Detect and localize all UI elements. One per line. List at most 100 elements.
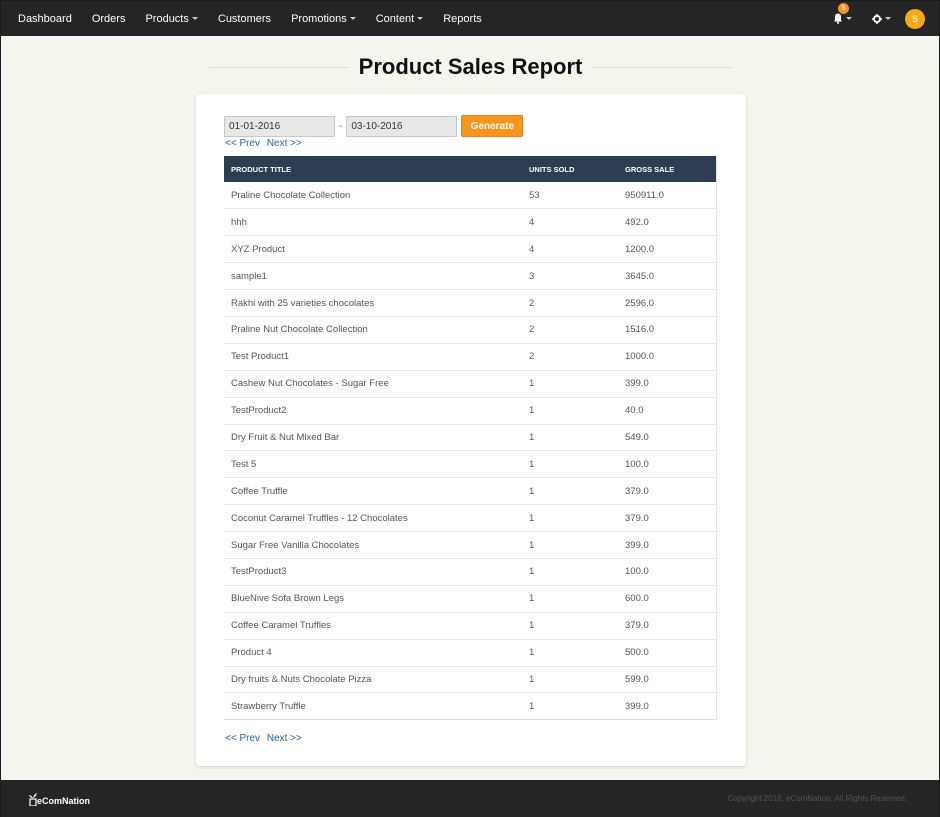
cell-product-title: Dry Fruit & Nut Mixed Bar — [231, 431, 340, 443]
next-link[interactable]: Next >> — [267, 733, 302, 744]
table-row: Dry Fruit & Nut Mixed Bar 1 549.0 — [224, 424, 717, 451]
cell-units-sold: 1 — [529, 620, 535, 632]
table-row: TestProduct2 1 40.0 — [224, 397, 717, 425]
column-header-product-title[interactable]: PRODUCT TITLE — [224, 156, 522, 182]
cell-units-sold: 1 — [529, 378, 535, 390]
avatar[interactable]: S — [905, 8, 925, 29]
cell-units-sold: 1 — [529, 485, 535, 497]
nav-item-dashboard[interactable]: Dashboard — [18, 13, 72, 25]
chevron-down-icon — [191, 17, 198, 20]
cell-gross-sale: 3645.0 — [625, 270, 655, 282]
cell-gross-sale: 950911.0 — [625, 189, 664, 201]
cell-product-title: Strawberry Truffle — [231, 700, 306, 712]
logo[interactable]: eComNation — [29, 792, 90, 806]
cell-product-title: Praline Chocolate Collection — [231, 189, 351, 201]
cell-gross-sale: 600.0 — [625, 593, 649, 605]
cell-product-title: Test 5 — [231, 458, 257, 470]
cell-gross-sale: 1516.0 — [625, 324, 655, 336]
nav-item-label: Reports — [443, 12, 482, 25]
column-header-units-sold[interactable]: UNITS SOLD — [522, 156, 618, 182]
table-row: Dry fruits & Nuts Chocolate Pizza 1 599.0 — [224, 666, 717, 693]
cell-product-title: Product 4 — [231, 647, 272, 659]
cell-product-title: Test Product1 — [231, 351, 290, 363]
cell-units-sold: 1 — [529, 512, 535, 524]
column-header-gross-sale[interactable]: GROSS SALE — [618, 156, 717, 182]
table-row: Product 4 1 500.0 — [224, 639, 717, 667]
divider — [209, 66, 349, 68]
table-row: Strawberry Truffle 1 399.0 — [224, 693, 717, 720]
footer: eComNation Copyright 2016, eComNation. A… — [1, 780, 939, 817]
cell-units-sold: 1 — [529, 431, 535, 443]
cell-units-sold: 4 — [529, 216, 535, 228]
nav-item-label: Dashboard — [18, 12, 72, 25]
cell-gross-sale: 2596.0 — [625, 297, 655, 309]
next-link[interactable]: Next >> — [267, 138, 302, 149]
cell-units-sold: 2 — [529, 351, 535, 363]
logo-icon — [29, 792, 37, 806]
table-row: Coconut Caramel Truffles - 12 Chocolates… — [224, 505, 717, 532]
chevron-down-icon — [417, 17, 424, 20]
notification-badge: 5 — [838, 3, 849, 14]
cell-units-sold: 3 — [529, 270, 535, 282]
cell-product-title: Dry fruits & Nuts Chocolate Pizza — [231, 673, 372, 685]
cell-product-title: TestProduct3 — [231, 566, 287, 578]
cell-product-title: hhh — [231, 216, 247, 228]
cell-product-title: Rakhi with 25 varieties chocolates — [231, 297, 375, 309]
cell-product-title: Praline Nut Chocolate Collection — [231, 324, 368, 336]
cell-units-sold: 2 — [529, 297, 535, 309]
bell-icon — [834, 13, 842, 24]
cell-gross-sale: 500.0 — [625, 647, 649, 659]
cell-product-title: sample1 — [231, 270, 267, 282]
pager-top: << Prev Next >> — [225, 138, 306, 149]
start-date-input[interactable] — [224, 115, 335, 137]
nav-item-products[interactable]: Products — [145, 12, 198, 25]
nav-item-customers[interactable]: Customers — [218, 13, 271, 25]
table-row: Rakhi with 25 varieties chocolates 2 2596.… — [224, 290, 717, 317]
cell-product-title: TestProduct2 — [231, 405, 287, 417]
cell-product-title: BlueNive Sofa Brown Legs — [231, 593, 345, 605]
page-header: Product Sales Report — [209, 53, 732, 81]
report-card: - Generate << Prev Next >> PRODUCT TITLE… — [196, 94, 746, 766]
cell-product-title: Coffee Caramel Truffles — [231, 620, 331, 632]
settings-button[interactable] — [872, 13, 891, 24]
nav-item-orders[interactable]: Orders — [92, 13, 126, 25]
nav-item-promotions[interactable]: Promotions — [291, 13, 356, 25]
cell-units-sold: 53 — [529, 189, 540, 201]
cell-product-title: Coconut Caramel Truffles - 12 Chocolates — [231, 512, 408, 524]
table-row: Coffee Caramel Truffles 1 379.0 — [224, 612, 717, 640]
cell-product-title: Coffee Truffle — [231, 485, 288, 497]
nav-item-label: Products — [145, 12, 189, 25]
date-separator: - — [339, 120, 343, 132]
nav-item-content[interactable]: Content — [376, 13, 424, 25]
table-row: TestProduct3 1 100.0 — [224, 558, 717, 586]
cell-units-sold: 1 — [529, 593, 535, 605]
table-row: Test 5 1 100.0 — [224, 451, 717, 478]
divider — [592, 66, 732, 68]
cell-gross-sale: 599.0 — [625, 673, 649, 685]
cell-units-sold: 1 — [529, 673, 535, 685]
cell-units-sold: 2 — [529, 324, 535, 336]
cell-gross-sale: 399.0 — [625, 378, 649, 390]
cell-units-sold: 1 — [529, 566, 535, 578]
prev-link[interactable]: << Prev — [225, 733, 260, 744]
date-filter: - Generate — [224, 115, 524, 137]
cell-gross-sale: 549.0 — [625, 431, 649, 443]
table-row: Praline Nut Chocolate Collection 2 1516.0 — [224, 316, 717, 344]
table-row: BlueNive Sofa Brown Legs 1 600.0 — [224, 585, 717, 613]
prev-link[interactable]: << Prev — [225, 138, 260, 149]
end-date-input[interactable] — [346, 115, 458, 137]
cell-product-title: Sugar Free Vanilla Chocolates — [231, 539, 360, 551]
nav-item-label: Promotions — [291, 12, 347, 25]
notifications-button[interactable]: 5 — [833, 3, 852, 24]
cell-gross-sale: 379.0 — [625, 485, 649, 497]
cell-units-sold: 4 — [529, 243, 535, 255]
chevron-down-icon — [846, 17, 852, 20]
generate-button[interactable]: Generate — [461, 115, 524, 137]
nav-item-label: Customers — [217, 12, 272, 25]
table-row: Cashew Nut Chocolates - Sugar Free 1 399.0 — [224, 370, 717, 398]
cell-units-sold: 1 — [529, 405, 535, 417]
sales-table: PRODUCT TITLE UNITS SOLD GROSS SALE Pral… — [224, 156, 717, 720]
table-header-row: PRODUCT TITLE UNITS SOLD GROSS SALE — [224, 156, 717, 182]
nav-item-reports[interactable]: Reports — [443, 13, 482, 25]
top-navbar: Dashboard Orders Products Customers Promotio… — [1, 1, 939, 36]
